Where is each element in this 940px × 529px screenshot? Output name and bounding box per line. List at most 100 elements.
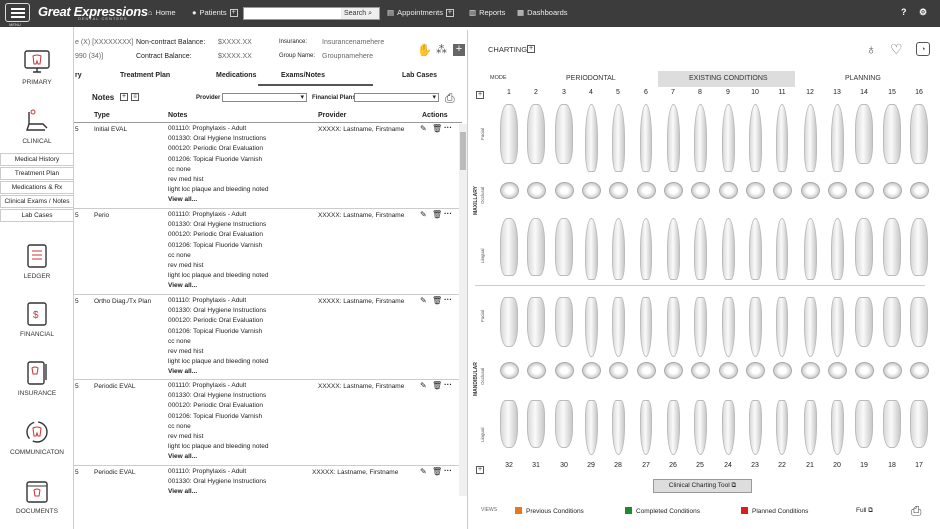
tab-history[interactable]: ry	[75, 72, 82, 79]
tooth-upper-facial[interactable]	[611, 104, 625, 172]
tooth-number-upper[interactable]: 4	[584, 89, 598, 96]
tooth-upper-facial[interactable]	[666, 104, 680, 172]
tooth-number-upper[interactable]: 3	[557, 89, 571, 96]
mode-periodontal[interactable]: PERIODONTAL	[566, 75, 616, 82]
tooth-number-upper[interactable]: 11	[775, 89, 789, 96]
nav-appointments[interactable]: ▤ Appointments +	[387, 8, 454, 17]
mode-existing-conditions[interactable]: EXISTING CONDITIONS	[689, 75, 768, 82]
tooth-lower-lingual[interactable]	[693, 400, 707, 455]
sidebar-item-communication[interactable]: COMMUNICATON	[0, 419, 74, 456]
add-icon[interactable]: +	[453, 44, 465, 56]
tooth-number-upper[interactable]: 12	[803, 89, 817, 96]
tab-lab-cases[interactable]: Lab Cases	[402, 72, 437, 79]
tooth-lower-facial[interactable]	[803, 297, 817, 357]
tooth-lower-lingual[interactable]	[666, 400, 680, 455]
tooth-lower-lingual[interactable]	[721, 400, 735, 455]
add-patient-icon[interactable]: +	[229, 8, 238, 17]
tooth-number-upper[interactable]: 5	[611, 89, 625, 96]
legend-previous[interactable]: Previous Conditions	[515, 507, 584, 515]
tooth-lower-occlusal[interactable]	[555, 362, 574, 379]
notes-scrollbar[interactable]	[459, 124, 467, 496]
tooth-number-lower[interactable]: 28	[611, 462, 625, 469]
tooth-lower-lingual[interactable]	[910, 400, 928, 448]
tooth-upper-lingual[interactable]	[830, 218, 844, 280]
add-appointment-icon[interactable]: +	[445, 8, 454, 17]
tooth-lower-facial[interactable]	[584, 297, 598, 357]
handshake-icon[interactable]: ✋	[417, 43, 432, 57]
edit-icon[interactable]: ✎	[420, 296, 427, 305]
tooth-lower-occlusal[interactable]	[828, 362, 847, 379]
tooth-lower-lingual[interactable]	[640, 400, 652, 455]
search-input[interactable]: Search ⌕	[243, 7, 380, 20]
tooth-lower-facial[interactable]	[776, 297, 788, 357]
sidebar-item-documents[interactable]: DOCUMENTS	[0, 478, 74, 515]
tooth-lower-lingual[interactable]	[883, 400, 901, 448]
tab-medications[interactable]: Medications	[216, 72, 256, 79]
tooth-upper-lingual[interactable]	[666, 218, 680, 280]
tooth-lower-occlusal[interactable]	[883, 362, 902, 379]
tooth-number-lower[interactable]: 23	[748, 462, 762, 469]
tooth-number-lower[interactable]: 21	[803, 462, 817, 469]
tooth-lower-facial[interactable]	[883, 297, 901, 347]
tooth-lower-facial[interactable]	[500, 297, 518, 347]
sidebar-sub-clinical-exams[interactable]: Clinical Exams / Notes	[0, 195, 74, 208]
teeth-view-icon[interactable]: ♡	[890, 41, 903, 58]
tooth-lower-occlusal[interactable]	[801, 362, 820, 379]
tooth-upper-facial[interactable]	[584, 104, 598, 172]
tooth-number-lower[interactable]: 31	[529, 462, 543, 469]
tooth-lower-facial[interactable]	[855, 297, 873, 347]
tooth-upper-occlusal[interactable]	[883, 182, 902, 199]
tooth-lower-occlusal[interactable]	[500, 362, 519, 379]
tooth-number-lower[interactable]: 17	[912, 462, 926, 469]
tooth-number-upper[interactable]: 9	[721, 89, 735, 96]
tooth-number-upper[interactable]: 1	[502, 89, 516, 96]
tooth-upper-occlusal[interactable]	[609, 182, 628, 199]
tooth-upper-occlusal[interactable]	[637, 182, 656, 199]
tooth-upper-lingual[interactable]	[640, 218, 652, 280]
view-all-link[interactable]: View all...	[168, 452, 268, 462]
tooth-lower-lingual[interactable]	[500, 400, 518, 448]
sidebar-item-insurance[interactable]: INSURANCE	[0, 360, 74, 397]
tooth-lower-facial[interactable]	[527, 297, 545, 347]
tooth-upper-facial[interactable]	[527, 104, 545, 164]
nav-dashboards[interactable]: ▦ Dashboards	[517, 8, 568, 17]
sidebar-sub-medications[interactable]: Medications & Rx	[0, 181, 74, 194]
tooth-lower-occlusal[interactable]	[582, 362, 601, 379]
view-all-link[interactable]: View all...	[168, 281, 268, 291]
tooth-lower-occlusal[interactable]	[773, 362, 792, 379]
tooth-lower-occlusal[interactable]	[719, 362, 738, 379]
trash-icon[interactable]: 🗑	[432, 381, 442, 390]
tooth-upper-occlusal[interactable]	[828, 182, 847, 199]
search-button[interactable]: Search ⌕	[341, 8, 379, 19]
tooth-number-upper[interactable]: 16	[912, 89, 926, 96]
tooth-upper-occlusal[interactable]	[910, 182, 929, 199]
tooth-lower-lingual[interactable]	[830, 400, 844, 455]
tooth-lower-lingual[interactable]	[776, 400, 788, 455]
tooth-number-lower[interactable]: 20	[830, 462, 844, 469]
tooth-lower-facial[interactable]	[748, 297, 762, 357]
mode-planning[interactable]: PLANNING	[845, 75, 881, 82]
tooth-lower-occlusal[interactable]	[609, 362, 628, 379]
tooth-upper-facial[interactable]	[855, 104, 873, 164]
tooth-upper-facial[interactable]	[830, 104, 844, 172]
share-icon[interactable]: ⁂	[436, 43, 447, 56]
lower-expand-icon[interactable]: +	[476, 466, 484, 474]
tooth-upper-lingual[interactable]	[803, 218, 817, 280]
tooth-upper-facial[interactable]	[776, 104, 788, 172]
edit-icon[interactable]: ✎	[420, 210, 427, 219]
tooth-upper-facial[interactable]	[883, 104, 901, 164]
tooth-upper-lingual[interactable]	[883, 218, 901, 276]
tooth-number-upper[interactable]: 7	[666, 89, 680, 96]
tooth-upper-occlusal[interactable]	[855, 182, 874, 199]
tooth-number-upper[interactable]: 10	[748, 89, 762, 96]
nav-home[interactable]: ⌂ Home	[148, 8, 176, 17]
legend-completed[interactable]: Completed Conditions	[625, 507, 700, 515]
help-icon[interactable]: ?	[901, 7, 907, 17]
print-icon[interactable]: ⎙	[445, 91, 455, 106]
tooth-lower-occlusal[interactable]	[637, 362, 656, 379]
tooth-upper-occlusal[interactable]	[773, 182, 792, 199]
legend-planned[interactable]: Planned Conditions	[741, 507, 808, 515]
tooth-number-lower[interactable]: 26	[666, 462, 680, 469]
charting-add-icon[interactable]: +	[527, 45, 535, 53]
sidebar-sub-treatment-plan[interactable]: Treatment Plan	[0, 167, 74, 180]
